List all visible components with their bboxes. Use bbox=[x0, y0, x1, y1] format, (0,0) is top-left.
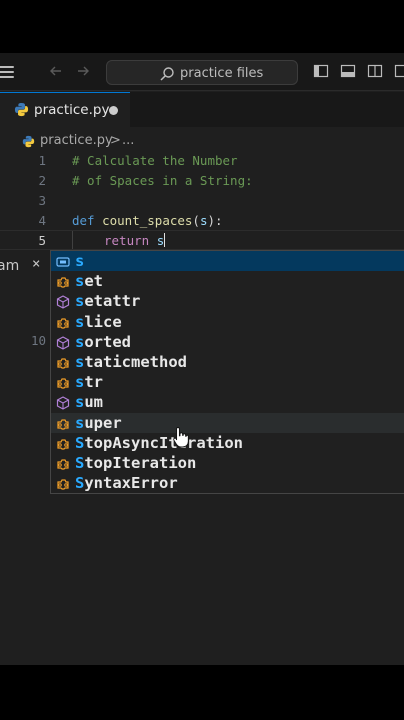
line-number: 4 bbox=[38, 213, 46, 228]
return-keyword: return bbox=[104, 233, 150, 248]
suggestion-item-setattr[interactable]: setattr bbox=[51, 291, 404, 311]
side-fragment-text: am bbox=[0, 258, 20, 274]
suggestion-item-sum[interactable]: sum bbox=[51, 392, 404, 412]
command-center-search[interactable]: practice files bbox=[106, 60, 298, 85]
vscode-window: practice files practice.py practice.py >… bbox=[0, 53, 404, 665]
method-icon bbox=[56, 335, 70, 350]
suggestion-label: set bbox=[75, 272, 104, 291]
editor-tabs: practice.py bbox=[0, 92, 404, 127]
autocomplete-suggestions: s set setattr slice sorted staticmethod str su… bbox=[50, 250, 404, 494]
typed-text: s bbox=[156, 233, 165, 248]
suggestion-item-staticmethod[interactable]: staticmethod bbox=[51, 352, 404, 372]
forward-arrow-icon[interactable] bbox=[75, 63, 91, 79]
suggestion-item-str[interactable]: str bbox=[51, 372, 404, 392]
class-icon bbox=[56, 375, 70, 389]
suggestion-label: setattr bbox=[75, 292, 141, 311]
suggestion-label: slice bbox=[75, 312, 122, 331]
suggestion-label: super bbox=[75, 413, 122, 432]
back-arrow-icon[interactable] bbox=[48, 63, 64, 79]
suggestion-label: sum bbox=[75, 393, 104, 412]
code-line-4: def count_spaces(s): bbox=[72, 213, 223, 228]
line-number: 2 bbox=[38, 173, 46, 188]
toggle-secondary-sidebar-icon[interactable] bbox=[367, 63, 383, 79]
text-cursor bbox=[164, 233, 166, 247]
python-file-icon bbox=[22, 133, 35, 148]
def-keyword: def bbox=[72, 213, 95, 228]
breadcrumb-file[interactable]: practice.py bbox=[40, 133, 113, 148]
class-icon bbox=[56, 315, 70, 329]
suggestion-label: str bbox=[75, 373, 104, 392]
suggestion-label: staticmethod bbox=[75, 353, 187, 371]
suggestion-label: StopIteration bbox=[75, 454, 197, 472]
search-icon bbox=[159, 66, 175, 82]
breadcrumb-more[interactable]: ... bbox=[122, 133, 134, 148]
class-icon bbox=[56, 274, 70, 288]
customize-layout-icon[interactable] bbox=[394, 63, 404, 79]
breadcrumb: practice.py > ... bbox=[0, 129, 404, 151]
search-placeholder: practice files bbox=[180, 66, 264, 81]
function-name: count_spaces bbox=[102, 213, 193, 228]
close-icon[interactable]: × bbox=[32, 256, 40, 272]
title-bar: practice files bbox=[0, 53, 404, 91]
class-icon bbox=[56, 436, 70, 450]
suggestion-label: SyntaxError bbox=[75, 474, 178, 493]
python-file-icon bbox=[14, 102, 29, 117]
suggestion-item-selected[interactable]: s bbox=[51, 251, 404, 271]
suggestion-item-syntaxerror[interactable]: SyntaxError bbox=[51, 473, 404, 493]
tab-practice-py[interactable]: practice.py bbox=[0, 92, 130, 127]
hand-pointer-icon bbox=[173, 426, 189, 448]
variable-icon bbox=[56, 254, 70, 268]
breadcrumb-separator: > bbox=[110, 133, 121, 148]
unsaved-changes-dot[interactable] bbox=[109, 106, 118, 115]
suggestion-item-stopiteration[interactable]: StopIteration bbox=[51, 453, 404, 473]
close-paren: ): bbox=[207, 213, 223, 228]
current-line-highlight bbox=[0, 230, 404, 250]
hamburger-menu-icon[interactable] bbox=[0, 66, 14, 79]
code-line-5: return s bbox=[104, 233, 166, 248]
line-number: 3 bbox=[38, 193, 46, 208]
line-number-active: 5 bbox=[38, 233, 46, 248]
toggle-panel-icon[interactable] bbox=[340, 63, 356, 79]
code-line-1: # Calculate the Number bbox=[72, 153, 238, 168]
class-icon bbox=[56, 416, 70, 430]
suggestion-label: sorted bbox=[75, 332, 132, 351]
suggestion-item-sorted[interactable]: sorted bbox=[51, 332, 404, 352]
indent-guide bbox=[72, 231, 73, 249]
suggestion-item-set[interactable]: set bbox=[51, 271, 404, 291]
method-icon bbox=[56, 294, 70, 310]
code-line-2: # of Spaces in a String: bbox=[72, 173, 253, 188]
suggestion-label: s bbox=[75, 252, 85, 270]
suggestion-item-slice[interactable]: slice bbox=[51, 312, 404, 332]
class-icon bbox=[56, 456, 70, 470]
class-icon bbox=[56, 476, 70, 490]
class-icon bbox=[56, 355, 70, 369]
line-number: 1 bbox=[38, 153, 46, 168]
line-number: 10 bbox=[30, 333, 46, 348]
suggestion-item-super[interactable]: super bbox=[51, 412, 404, 433]
method-icon bbox=[56, 395, 70, 411]
tab-label: practice.py bbox=[34, 102, 110, 118]
suggestion-item-stopasynciteration[interactable]: StopAsyncIteration bbox=[51, 433, 404, 453]
open-paren: ( bbox=[192, 213, 200, 228]
toggle-sidebar-icon[interactable] bbox=[313, 63, 329, 79]
suggestion-label: StopAsyncIteration bbox=[75, 433, 243, 452]
